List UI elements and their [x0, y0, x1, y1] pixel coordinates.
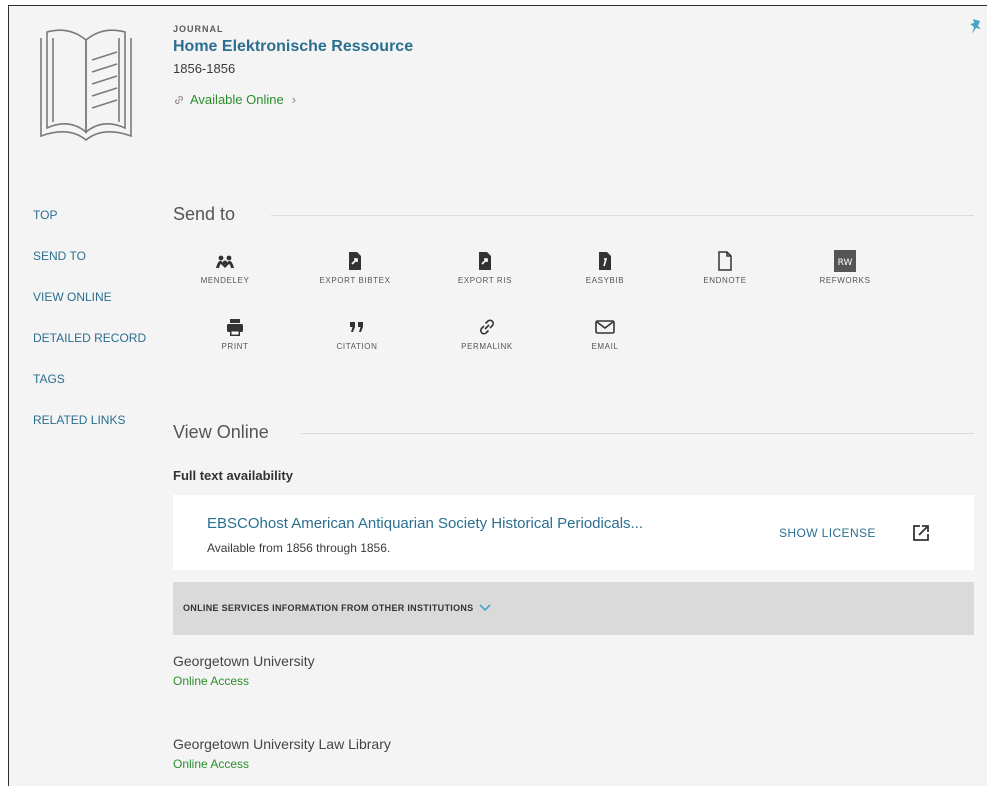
fulltext-label: Full text availability [173, 468, 293, 483]
record-years: 1856-1856 [173, 61, 236, 76]
send-to-divider [271, 215, 974, 216]
institution-item: Georgetown University Law Library Online… [173, 736, 391, 771]
mendeley-button[interactable]: MENDELEY [165, 250, 285, 285]
link-icon [175, 95, 183, 104]
nav-item-top[interactable]: TOP [33, 208, 146, 249]
refworks-button[interactable]: RW REFWORKS [785, 250, 905, 285]
availability-link[interactable]: Available Online › [173, 92, 413, 107]
export-bibtex-icon [349, 252, 361, 270]
online-access-link[interactable]: Online Access [173, 757, 391, 771]
chevron-right-icon: › [291, 92, 297, 107]
record-header: JOURNAL Home Elektronische Ressource 185… [173, 24, 413, 107]
institution-name: Georgetown University [173, 653, 315, 669]
permalink-icon [480, 319, 494, 335]
online-access-link[interactable]: Online Access [173, 674, 315, 688]
record-type: JOURNAL [173, 24, 224, 34]
other-institutions-label: ONLINE SERVICES INFORMATION FROM OTHER I… [183, 603, 474, 613]
permalink-button[interactable]: PERMALINK [427, 316, 547, 351]
institution-name: Georgetown University Law Library [173, 736, 391, 752]
show-license-button[interactable]: SHOW LICENSE [779, 526, 876, 540]
citation-button[interactable]: CITATION [297, 316, 417, 351]
fulltext-service-card: EBSCOhost American Antiquarian Society H… [173, 495, 974, 570]
section-nav: TOP SEND TO VIEW ONLINE DETAILED RECORD … [33, 208, 146, 454]
service-name-link[interactable]: EBSCOhost American Antiquarian Society H… [207, 515, 643, 532]
record-title[interactable]: Home Elektronische Ressource [173, 38, 413, 56]
refworks-icon: RW [834, 250, 856, 272]
availability-label: Available Online [190, 92, 284, 107]
chevron-down-icon [479, 604, 492, 612]
external-link-icon[interactable] [911, 523, 931, 543]
institution-item: Georgetown University Online Access [173, 653, 315, 688]
nav-item-view-online[interactable]: VIEW ONLINE [33, 290, 146, 331]
view-online-divider [301, 433, 974, 434]
email-button[interactable]: EMAIL [545, 316, 665, 351]
mendeley-icon [216, 255, 234, 268]
export-ris-button[interactable]: EXPORT RIS [425, 250, 545, 285]
email-icon [595, 320, 615, 334]
nav-item-send-to[interactable]: SEND TO [33, 249, 146, 290]
export-bibtex-button[interactable]: EXPORT BIBTEX [295, 250, 415, 285]
endnote-button[interactable]: ENDNOTE [665, 250, 785, 285]
view-online-heading: View Online [173, 422, 269, 442]
easybib-icon [599, 252, 611, 270]
print-icon [227, 319, 243, 336]
record-page: JOURNAL Home Elektronische Ressource 185… [8, 5, 987, 786]
book-icon [40, 29, 132, 142]
nav-item-tags[interactable]: TAGS [33, 372, 146, 413]
service-range: Available from 1856 through 1856. [207, 541, 391, 555]
svg-text:RW: RW [838, 258, 853, 268]
print-button[interactable]: PRINT [175, 316, 295, 351]
send-to-heading: Send to [173, 204, 236, 224]
endnote-icon [718, 251, 732, 271]
pin-icon[interactable] [969, 18, 983, 36]
nav-item-related-links[interactable]: RELATED LINKS [33, 413, 146, 454]
export-ris-icon [479, 252, 491, 270]
other-institutions-toggle[interactable]: ONLINE SERVICES INFORMATION FROM OTHER I… [173, 582, 974, 635]
easybib-button[interactable]: EASYBIB [545, 250, 665, 285]
nav-item-detailed-record[interactable]: DETAILED RECORD [33, 331, 146, 372]
citation-icon [350, 322, 363, 332]
